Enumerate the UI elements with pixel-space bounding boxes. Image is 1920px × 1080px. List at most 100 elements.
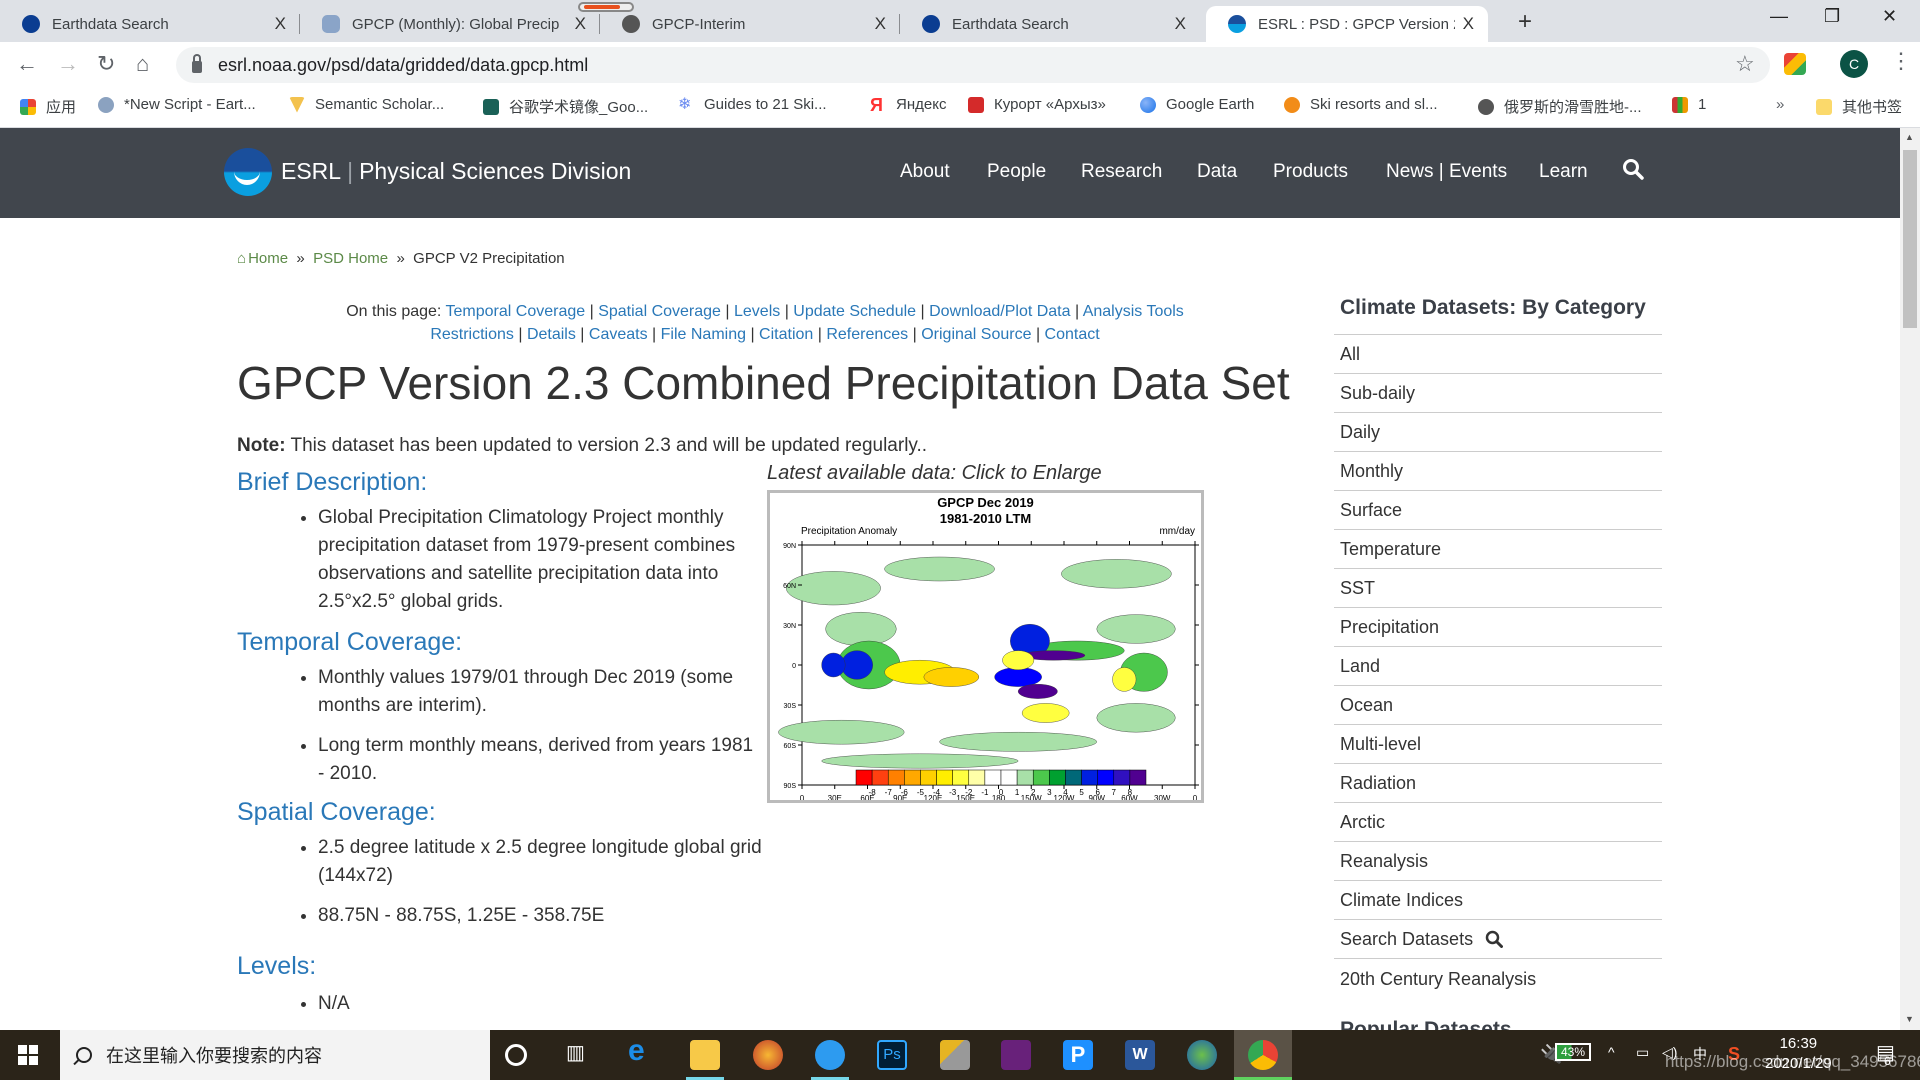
close-tab-icon[interactable]: X: [1463, 14, 1474, 34]
feishu-icon[interactable]: [811, 1040, 849, 1080]
bookmark-google-earth[interactable]: Google Earth: [1140, 96, 1254, 113]
tab-gpcp-monthly[interactable]: GPCP (Monthly): Global Precip X: [300, 6, 600, 42]
precipitation-anomaly-map[interactable]: GPCP Dec 2019 1981-2010 LTM Precipitation…: [767, 490, 1204, 803]
sidebar-item-multi-level[interactable]: Multi-level: [1334, 725, 1662, 764]
breadcrumb-home[interactable]: Home: [248, 250, 288, 267]
sidebar-item-20th-century-reanalysis[interactable]: 20th Century Reanalysis: [1334, 959, 1662, 998]
battery-indicator[interactable]: 43%: [1555, 1043, 1592, 1061]
forward-icon[interactable]: →: [57, 51, 79, 77]
visual-studio-icon[interactable]: [1001, 1040, 1031, 1070]
on-this-page-link-analysis-tools[interactable]: Analysis Tools: [1083, 303, 1184, 320]
tab-gpcp-interim[interactable]: GPCP-Interim X: [600, 6, 900, 42]
close-tab-icon[interactable]: X: [575, 14, 586, 34]
on-this-page-link-original-source[interactable]: Original Source: [921, 326, 1031, 343]
edge-icon[interactable]: e: [628, 1034, 658, 1067]
word-icon[interactable]: W: [1125, 1040, 1155, 1070]
cortana-icon[interactable]: [505, 1044, 527, 1066]
photoshop-icon[interactable]: Ps: [877, 1040, 907, 1070]
sidebar-item-temperature[interactable]: Temperature: [1334, 530, 1662, 569]
show-hidden-icons-chevron-icon[interactable]: ^: [1608, 1044, 1615, 1060]
on-this-page-link-caveats[interactable]: Caveats: [589, 326, 648, 343]
sidebar-item-arctic[interactable]: Arctic: [1334, 803, 1662, 842]
bookmark-guides-ski[interactable]: ❄ Guides to 21 Ski...: [678, 96, 827, 113]
sidebar-item-radiation[interactable]: Radiation: [1334, 764, 1662, 803]
on-this-page-link-levels[interactable]: Levels: [734, 303, 780, 320]
close-window-button[interactable]: ✕: [1882, 6, 1897, 27]
on-this-page-link-temporal-coverage[interactable]: Temporal Coverage: [446, 303, 586, 320]
nav-news-events[interactable]: News | Events: [1386, 161, 1507, 183]
breadcrumb-psd-home[interactable]: PSD Home: [313, 250, 388, 267]
extension-icon[interactable]: [1784, 53, 1806, 75]
bookmark-semantic-scholar[interactable]: Semantic Scholar...: [289, 96, 444, 113]
sidebar-item-reanalysis[interactable]: Reanalysis: [1334, 842, 1662, 881]
earth-explorer-icon[interactable]: [1187, 1040, 1217, 1070]
bookmark-apps[interactable]: 应用: [20, 96, 76, 117]
bookmark-star-icon[interactable]: ☆: [1735, 51, 1755, 77]
firefox-icon[interactable]: [753, 1040, 783, 1070]
bookmarks-overflow-button[interactable]: »: [1776, 96, 1784, 113]
file-explorer-icon[interactable]: [686, 1040, 724, 1080]
sidebar-item-precipitation[interactable]: Precipitation: [1334, 608, 1662, 647]
bookmark-yandex[interactable]: Я Яндекс: [870, 96, 946, 114]
page-scrollbar[interactable]: ▲ ▼: [1900, 128, 1920, 1030]
network-icon[interactable]: ▭: [1636, 1044, 1649, 1061]
other-bookmarks[interactable]: 其他书签: [1816, 96, 1902, 117]
task-view-icon[interactable]: ▥: [566, 1040, 596, 1070]
close-tab-icon[interactable]: X: [875, 14, 886, 34]
on-this-page-link-references[interactable]: References: [826, 326, 908, 343]
address-bar[interactable]: esrl.noaa.gov/psd/data/gridded/data.gpcp…: [176, 47, 1770, 83]
pycharm-icon[interactable]: P: [1063, 1040, 1093, 1070]
nav-products[interactable]: Products: [1273, 161, 1348, 183]
profile-avatar[interactable]: C: [1840, 50, 1868, 78]
taskbar-search-box[interactable]: 在这里输入你要搜索的内容: [60, 1030, 490, 1080]
noaa-logo-icon[interactable]: [224, 148, 272, 196]
chrome-taskbar-button[interactable]: [1234, 1030, 1292, 1080]
on-this-page-link-citation[interactable]: Citation: [759, 326, 813, 343]
site-brand[interactable]: ESRL | Physical Sciences Division: [281, 158, 631, 185]
sidebar-item-sub-daily[interactable]: Sub-daily: [1334, 374, 1662, 413]
scroll-down-arrow-icon[interactable]: ▼: [1905, 1014, 1914, 1024]
on-this-page-link-file-naming[interactable]: File Naming: [661, 326, 746, 343]
sidebar-item-ocean[interactable]: Ocean: [1334, 686, 1662, 725]
sidebar-item-sst[interactable]: SST: [1334, 569, 1662, 608]
sidebar-item-monthly[interactable]: Monthly: [1334, 452, 1662, 491]
sidebar-item-surface[interactable]: Surface: [1334, 491, 1662, 530]
tab-esrl-psd-gpcp[interactable]: ESRL : PSD : GPCP Version 2.3 X: [1206, 6, 1488, 42]
tools-icon[interactable]: [940, 1040, 970, 1070]
close-tab-icon[interactable]: X: [275, 14, 286, 34]
nav-data[interactable]: Data: [1197, 161, 1237, 183]
on-this-page-link-download-plot-data[interactable]: Download/Plot Data: [929, 303, 1070, 320]
tab-earthdata-search-2[interactable]: Earthdata Search X: [900, 6, 1200, 42]
on-this-page-link-contact[interactable]: Contact: [1045, 326, 1100, 343]
nav-learn[interactable]: Learn: [1539, 161, 1588, 183]
bookmark-1[interactable]: 1: [1672, 96, 1706, 113]
search-icon[interactable]: [1622, 158, 1644, 180]
bookmark-new-script[interactable]: *New Script - Eart...: [98, 96, 256, 113]
bookmark-arkhyz[interactable]: Курорт «Архыз»: [968, 96, 1106, 113]
on-this-page-link-spatial-coverage[interactable]: Spatial Coverage: [598, 303, 721, 320]
nav-people[interactable]: People: [987, 161, 1046, 183]
bookmark-scholar-mirror[interactable]: 谷歌学术镜像_Goo...: [483, 96, 648, 117]
menu-kebab-icon[interactable]: ⋮: [1890, 48, 1912, 74]
tab-earthdata-search-1[interactable]: Earthdata Search X: [0, 6, 300, 42]
url-text[interactable]: esrl.noaa.gov/psd/data/gridded/data.gpcp…: [218, 55, 588, 76]
bookmark-russia-ski[interactable]: 俄罗斯的滑雪胜地-...: [1478, 96, 1642, 117]
sidebar-item-all[interactable]: All: [1334, 335, 1662, 374]
sidebar-item-daily[interactable]: Daily: [1334, 413, 1662, 452]
scroll-up-arrow-icon[interactable]: ▲: [1905, 132, 1914, 142]
windows-start-icon[interactable]: [18, 1045, 38, 1065]
new-tab-button[interactable]: +: [1518, 8, 1532, 36]
bookmark-ski-resorts[interactable]: Ski resorts and sl...: [1284, 96, 1438, 113]
nav-about[interactable]: About: [900, 161, 950, 183]
sidebar-item-land[interactable]: Land: [1334, 647, 1662, 686]
sidebar-item-climate-indices[interactable]: Climate Indices: [1334, 881, 1662, 920]
on-this-page-link-update-schedule[interactable]: Update Schedule: [793, 303, 916, 320]
back-icon[interactable]: ←: [16, 51, 38, 77]
close-tab-icon[interactable]: X: [1175, 14, 1186, 34]
nav-research[interactable]: Research: [1081, 161, 1162, 183]
on-this-page-link-restrictions[interactable]: Restrictions: [430, 326, 514, 343]
sidebar-item-search-datasets[interactable]: Search Datasets: [1334, 920, 1662, 959]
on-this-page-link-details[interactable]: Details: [527, 326, 576, 343]
scrollbar-thumb[interactable]: [1903, 150, 1917, 328]
home-icon[interactable]: ⌂: [136, 51, 149, 77]
